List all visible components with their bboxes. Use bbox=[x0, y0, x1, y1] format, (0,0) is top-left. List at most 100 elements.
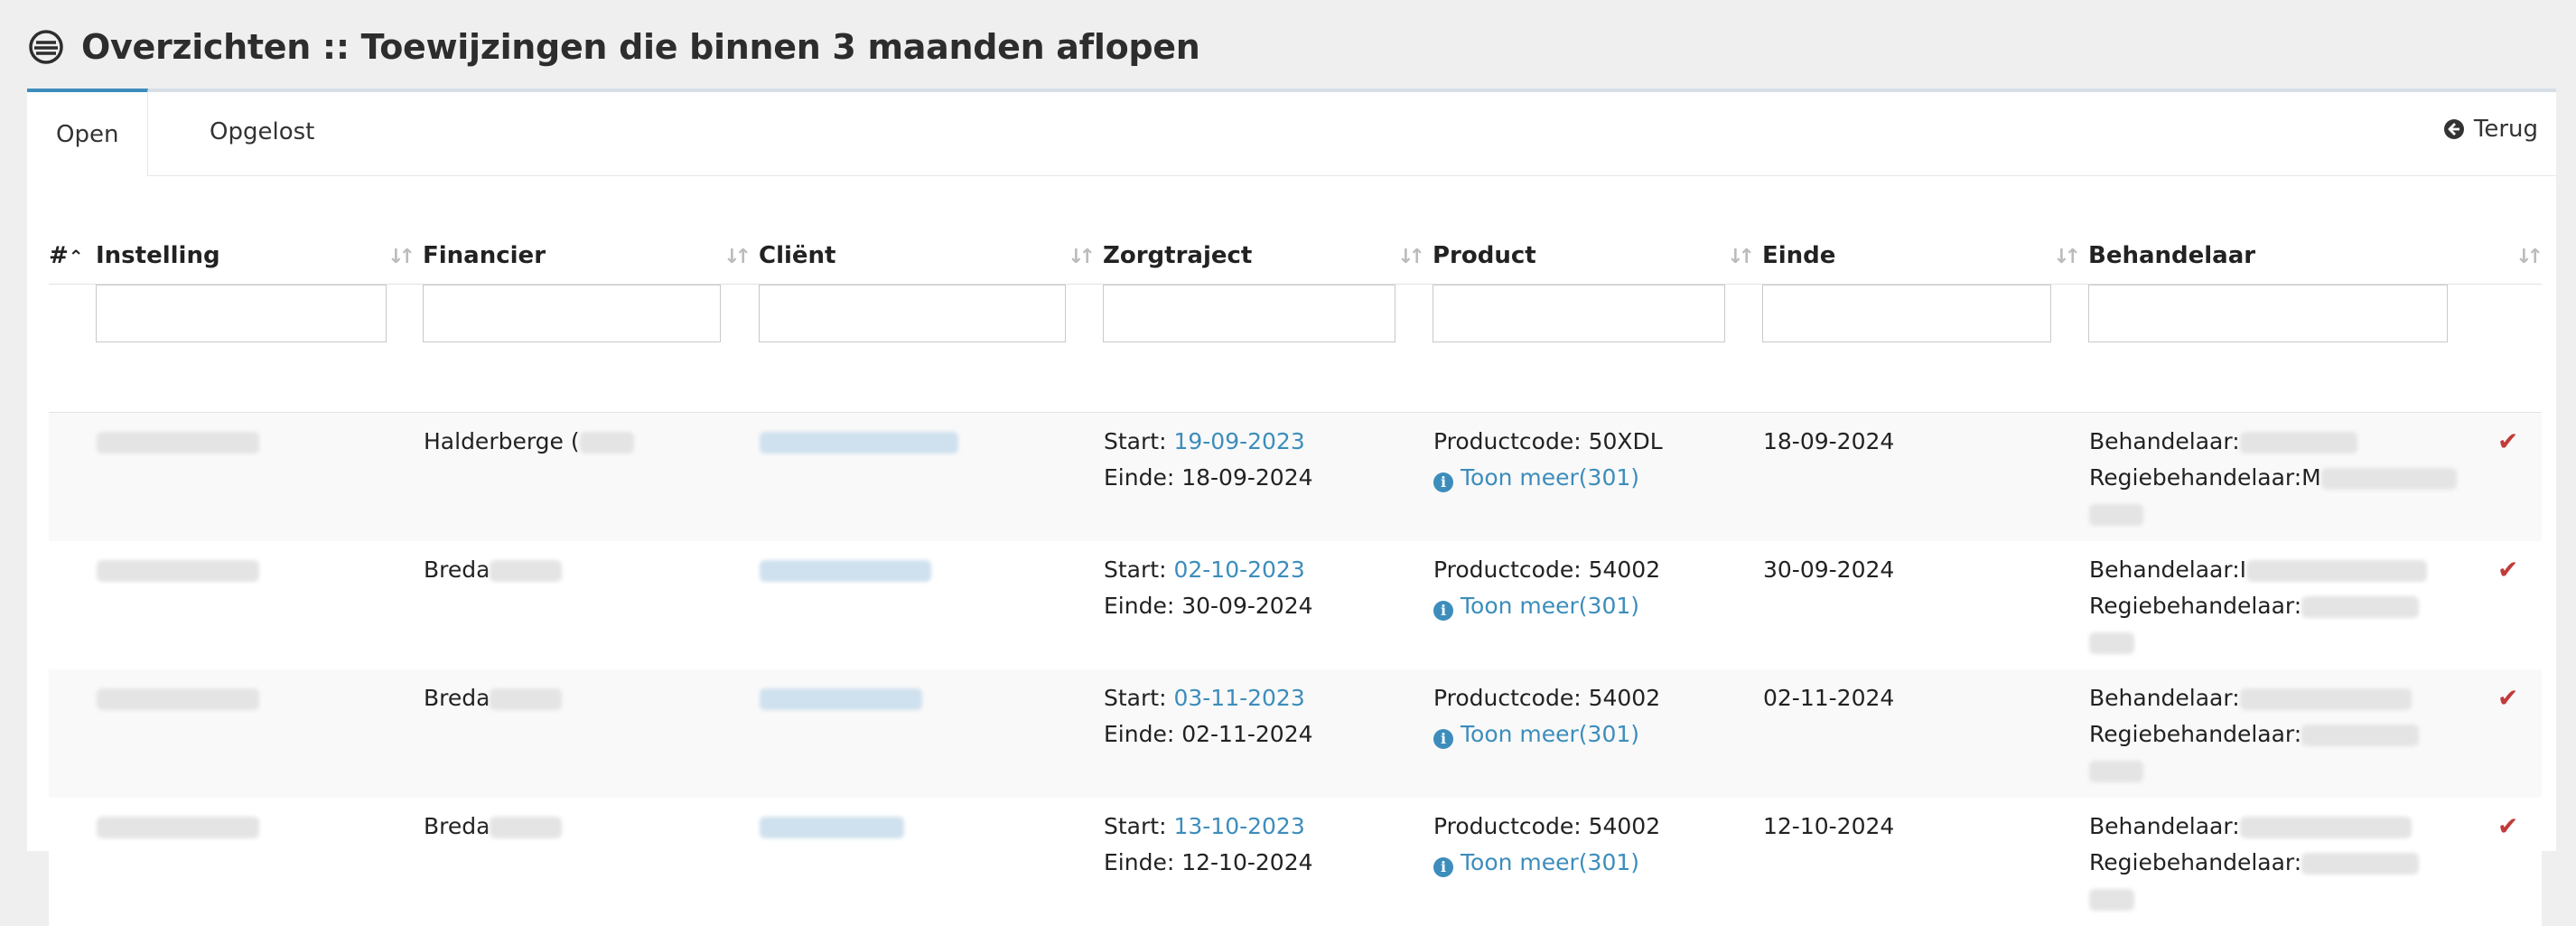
sort-icon: ↓↑ bbox=[723, 246, 751, 268]
content-card: Open Opgelost Terug #⌃ Instelling ↓↑ Fin… bbox=[27, 89, 2556, 926]
end-line: Einde: 12-10-2024 bbox=[1104, 848, 1313, 875]
redacted-text bbox=[490, 816, 563, 838]
table-row: Breda Start: 13-10-2023 Einde: 12-10-202… bbox=[49, 797, 2542, 926]
regiebehandelaar-label: Regiebehandelaar: bbox=[2089, 592, 2302, 619]
start-line: Start: 19-09-2023 bbox=[1104, 428, 1305, 454]
assignments-table: #⌃ Instelling ↓↑ Financier ↓↑ Cliënt ↓↑ Zor… bbox=[49, 228, 2543, 926]
col-header-instelling[interactable]: Instelling ↓↑ bbox=[96, 228, 423, 285]
toon-meer-link[interactable]: i Toon meer(301) bbox=[1433, 721, 1639, 749]
redacted-text bbox=[579, 432, 634, 454]
redacted-text bbox=[490, 559, 563, 582]
start-line: Start: 13-10-2023 bbox=[1104, 812, 1305, 839]
filter-zorgtraject-input[interactable] bbox=[1103, 285, 1395, 342]
start-date-link[interactable]: 03-11-2023 bbox=[1173, 685, 1304, 711]
redacted-text bbox=[97, 432, 259, 454]
filter-einde-input[interactable] bbox=[1762, 285, 2051, 342]
redacted-text bbox=[97, 816, 259, 838]
financier-cell: Halderberge ( bbox=[424, 428, 580, 454]
overview-icon bbox=[29, 30, 63, 64]
col-header-zorgtraject[interactable]: Zorgtraject ↓↑ bbox=[1103, 228, 1433, 285]
table-body: Halderberge ( Start: 19-09-2023 Einde: 1… bbox=[49, 412, 2542, 926]
client-link[interactable] bbox=[760, 816, 904, 838]
sort-icon: ↓↑ bbox=[2515, 246, 2543, 268]
back-button[interactable]: Terug bbox=[2443, 116, 2538, 143]
filter-behandelaar-input[interactable] bbox=[2088, 285, 2448, 342]
redacted-text bbox=[490, 687, 563, 710]
productcode: Productcode: 54002 bbox=[1433, 684, 1661, 711]
col-header-behandelaar[interactable]: Behandelaar bbox=[2088, 228, 2497, 285]
redacted-text bbox=[2301, 852, 2420, 875]
arrow-left-circle-icon bbox=[2443, 119, 2464, 139]
redacted-text bbox=[97, 559, 259, 582]
filter-row bbox=[49, 284, 2542, 413]
back-label: Terug bbox=[2473, 116, 2538, 143]
info-icon: i bbox=[1433, 728, 1453, 749]
table-row: Breda Start: 03-11-2023 Einde: 02-11-202… bbox=[49, 669, 2542, 798]
col-header-financier[interactable]: Financier ↓↑ bbox=[423, 228, 759, 285]
col-header-action[interactable]: ↓↑ bbox=[2497, 228, 2543, 285]
info-icon: i bbox=[1433, 600, 1453, 621]
regiebehandelaar-label: Regiebehandelaar:M bbox=[2089, 464, 2321, 491]
financier-cell: Breda bbox=[424, 556, 490, 583]
end-line: Einde: 30-09-2024 bbox=[1104, 592, 1313, 619]
tab-opgelost[interactable]: Opgelost bbox=[181, 89, 343, 175]
table-row: Halderberge ( Start: 19-09-2023 Einde: 1… bbox=[49, 412, 2542, 541]
financier-cell: Breda bbox=[424, 812, 490, 839]
einde-cell: 18-09-2024 bbox=[1763, 428, 1895, 454]
redacted-text bbox=[2239, 816, 2412, 838]
col-header-num[interactable]: #⌃ bbox=[49, 228, 96, 285]
redacted-text bbox=[2246, 559, 2428, 582]
sort-icon: ↓↑ bbox=[2053, 246, 2081, 268]
check-icon[interactable]: ✔ bbox=[2497, 683, 2518, 713]
tab-open[interactable]: Open bbox=[27, 89, 149, 176]
toon-meer-link[interactable]: i Toon meer(301) bbox=[1433, 849, 1639, 877]
einde-cell: 30-09-2024 bbox=[1763, 556, 1895, 583]
regiebehandelaar-label: Regiebehandelaar: bbox=[2089, 720, 2302, 747]
redacted-text bbox=[2320, 468, 2457, 490]
sort-icon: ↓↑ bbox=[1068, 246, 1096, 268]
behandelaar-label: Behandelaar: bbox=[2089, 812, 2240, 839]
start-date-link[interactable]: 19-09-2023 bbox=[1173, 428, 1304, 454]
redacted-text bbox=[2239, 432, 2357, 454]
toon-meer-link[interactable]: i Toon meer(301) bbox=[1433, 593, 1639, 621]
check-icon[interactable]: ✔ bbox=[2497, 555, 2518, 585]
filter-product-input[interactable] bbox=[1433, 285, 1725, 342]
data-table-wrap: #⌃ Instelling ↓↑ Financier ↓↑ Cliënt ↓↑ Zor… bbox=[49, 228, 2543, 926]
redacted-text bbox=[2089, 760, 2143, 782]
tab-bar: Open Opgelost Terug bbox=[27, 89, 2556, 176]
einde-cell: 02-11-2024 bbox=[1763, 684, 1895, 711]
info-icon: i bbox=[1433, 472, 1453, 492]
productcode: Productcode: 50XDL bbox=[1433, 428, 1663, 454]
client-link[interactable] bbox=[760, 432, 958, 454]
page-title: Overzichten :: Toewijzingen die binnen 3… bbox=[81, 27, 1200, 67]
check-icon[interactable]: ✔ bbox=[2497, 426, 2518, 456]
start-line: Start: 02-10-2023 bbox=[1104, 556, 1305, 583]
redacted-text bbox=[2089, 631, 2134, 654]
redacted-text bbox=[2239, 687, 2412, 710]
financier-cell: Breda bbox=[424, 684, 490, 711]
behandelaar-label: Behandelaar:I bbox=[2089, 556, 2247, 583]
sort-icon: ↓↑ bbox=[387, 246, 415, 268]
regiebehandelaar-label: Regiebehandelaar: bbox=[2089, 848, 2302, 875]
productcode: Productcode: 54002 bbox=[1433, 812, 1661, 839]
filter-financier-input[interactable] bbox=[423, 285, 721, 342]
filter-client-input[interactable] bbox=[759, 285, 1066, 342]
behandelaar-label: Behandelaar: bbox=[2089, 428, 2240, 454]
end-line: Einde: 18-09-2024 bbox=[1104, 464, 1313, 491]
start-date-link[interactable]: 13-10-2023 bbox=[1173, 813, 1304, 839]
col-header-product[interactable]: Product ↓↑ bbox=[1433, 228, 1762, 285]
start-line: Start: 03-11-2023 bbox=[1104, 684, 1305, 711]
col-header-einde[interactable]: Einde ↓↑ bbox=[1762, 228, 2088, 285]
check-icon[interactable]: ✔ bbox=[2497, 811, 2518, 841]
sort-icon: ↓↑ bbox=[1727, 246, 1755, 268]
toon-meer-link[interactable]: i Toon meer(301) bbox=[1433, 464, 1639, 492]
start-date-link[interactable]: 02-10-2023 bbox=[1173, 557, 1304, 583]
col-header-client[interactable]: Cliënt ↓↑ bbox=[759, 228, 1103, 285]
client-link[interactable] bbox=[760, 687, 922, 710]
filter-instelling-input[interactable] bbox=[96, 285, 387, 342]
info-icon: i bbox=[1433, 856, 1453, 877]
client-link[interactable] bbox=[760, 559, 931, 582]
redacted-text bbox=[97, 687, 259, 710]
behandelaar-label: Behandelaar: bbox=[2089, 684, 2240, 711]
einde-cell: 12-10-2024 bbox=[1763, 812, 1895, 839]
